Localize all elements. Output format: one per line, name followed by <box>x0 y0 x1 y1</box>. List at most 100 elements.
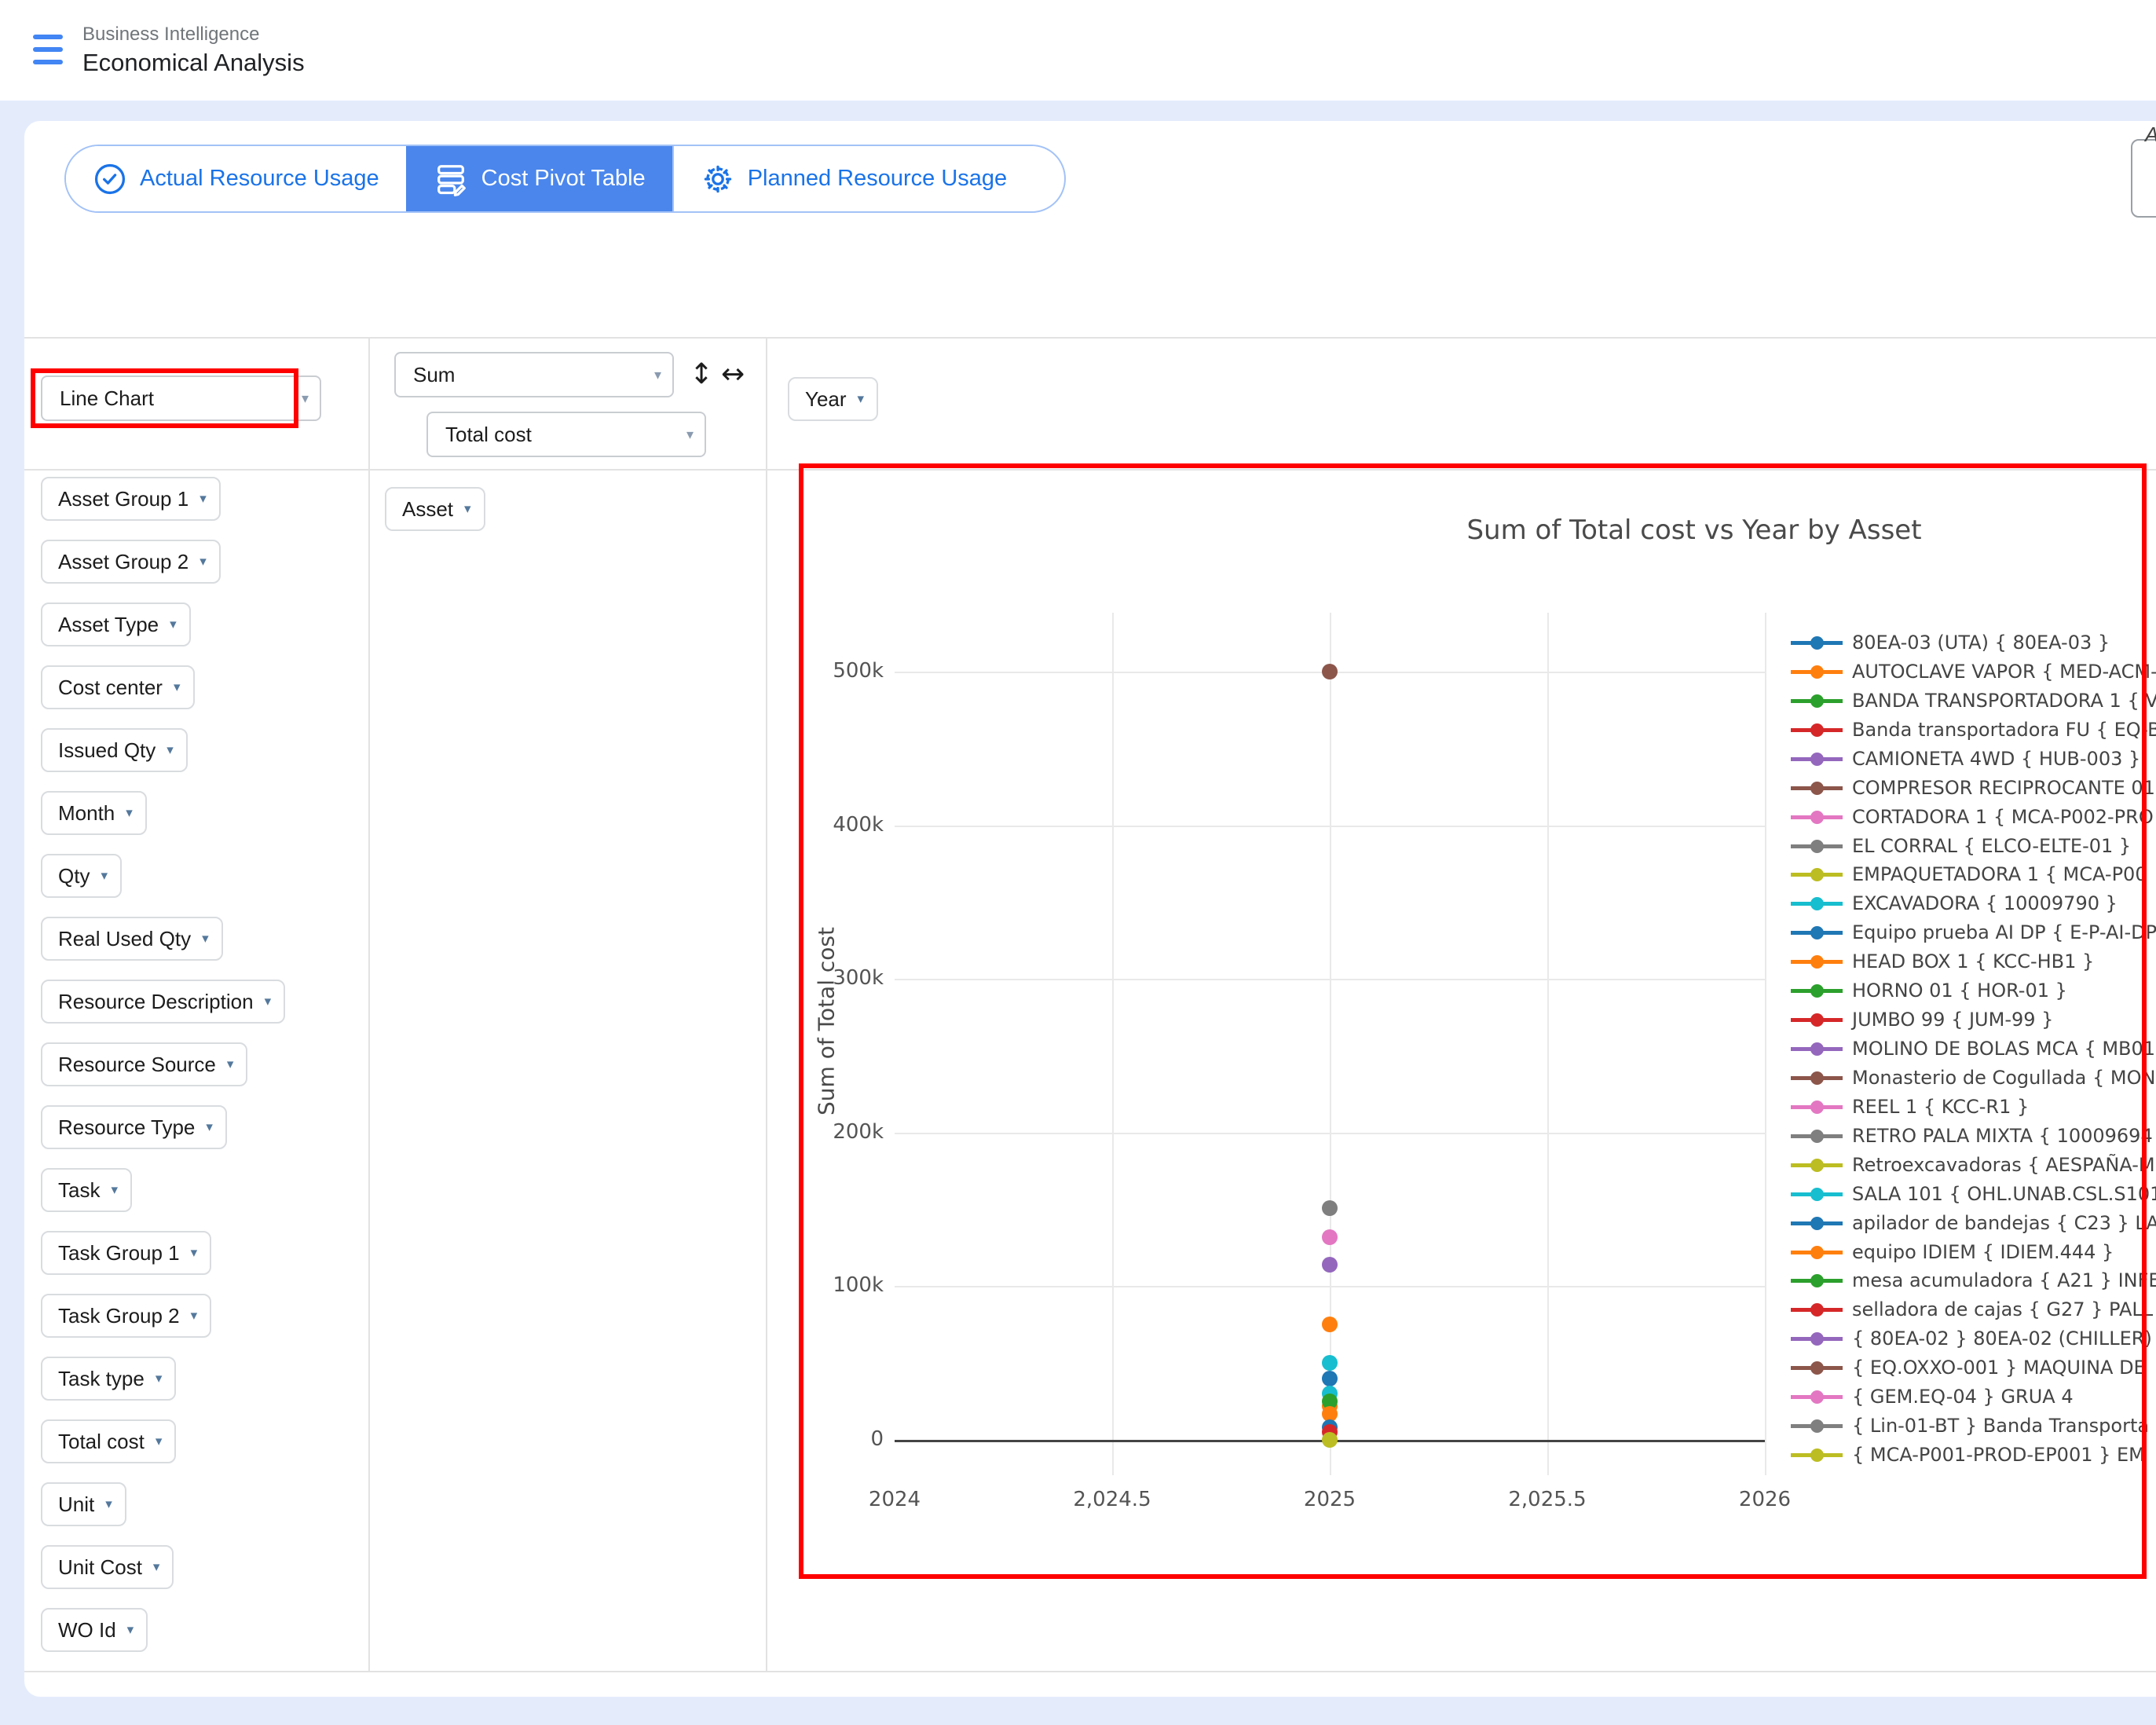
legend-marker-dot <box>1810 782 1824 795</box>
field-pill[interactable]: WO Id ▾ <box>41 1608 148 1652</box>
pivot-border-top <box>24 337 2156 339</box>
legend-label: CAMIONETA 4WD { HUB-003 } <box>1852 748 2140 770</box>
field-pill[interactable]: Unit Cost ▾ <box>41 1545 174 1589</box>
row-attr-pill-asset[interactable]: Asset ▾ <box>385 487 485 531</box>
field-pill[interactable]: Total cost ▾ <box>41 1419 176 1463</box>
y-tick-label: 200k <box>766 1120 884 1144</box>
chart-title: Sum of Total cost vs Year by Asset <box>1466 515 1921 546</box>
field-pill[interactable]: Resource Description ▾ <box>41 980 285 1024</box>
field-pill[interactable]: Qty ▾ <box>41 854 122 898</box>
legend-marker-dot <box>1810 665 1824 679</box>
clipped-text-fragment: A <box>2145 123 2156 147</box>
pill-label: Asset Group 1 <box>58 487 189 511</box>
pill-label: Resource Source <box>58 1053 216 1077</box>
x-tick-label: 2026 <box>1739 1488 1791 1511</box>
dropdown-caret-icon: ▾ <box>127 1622 134 1638</box>
menu-icon[interactable] <box>33 35 63 66</box>
pill-label: Asset Group 2 <box>58 550 189 574</box>
legend-label: mesa acumuladora { A21 } INFE <box>1852 1269 2156 1291</box>
pill-label: Task Group 2 <box>58 1304 180 1328</box>
x-gridline <box>1112 613 1114 1475</box>
field-pill[interactable]: Cost center ▾ <box>41 665 195 709</box>
legend-marker-dot <box>1810 984 1824 998</box>
dropdown-caret-icon: ▾ <box>191 1308 198 1324</box>
page-title: Economical Analysis <box>82 49 305 77</box>
col-attr-pill-year[interactable]: Year ▾ <box>788 377 878 421</box>
tab-planned-resource-usage[interactable]: Planned Resource Usage <box>672 146 1034 211</box>
pill-label: Qty <box>58 864 90 888</box>
pill-label: Task type <box>58 1367 145 1391</box>
legend-label: EL CORRAL { ELCO-ELTE-01 } <box>1852 835 2131 857</box>
breadcrumb: Business Intelligence <box>82 24 259 46</box>
chevron-down-icon: ▾ <box>654 367 661 383</box>
aggregator-arg-value: Total cost <box>445 423 532 447</box>
legend-label: HEAD BOX 1 { KCC-HB1 } <box>1852 950 2094 972</box>
legend-label: BANDA TRANSPORTADORA 1 { V <box>1852 690 2156 712</box>
legend-label: CORTADORA 1 { MCA-P002-PRO <box>1852 806 2154 828</box>
field-pill[interactable]: Task Group 2 ▾ <box>41 1294 211 1338</box>
legend-label: EXCAVADORA { 10009790 } <box>1852 892 2118 914</box>
y-tick-label: 300k <box>766 966 884 990</box>
x-gridline <box>1547 613 1549 1475</box>
y-axis-label: Sum of Total cost <box>814 927 840 1115</box>
field-pill[interactable]: Asset Group 1 ▾ <box>41 477 221 521</box>
pill-label: Asset Type <box>58 613 159 637</box>
legend-label: apilador de bandejas { C23 } LA <box>1852 1212 2156 1234</box>
legend-marker-dot <box>1810 1013 1824 1027</box>
legend-label: 80EA-03 (UTA) { 80EA-03 } <box>1852 632 2110 654</box>
legend-label: MOLINO DE BOLAS MCA { MB01 <box>1852 1038 2155 1060</box>
aggregator-value: Sum <box>413 363 455 387</box>
tab-actual-resource-usage[interactable]: Actual Resource Usage <box>66 146 406 211</box>
pill-label: Task Group 1 <box>58 1241 180 1265</box>
field-pill[interactable]: Resource Source ▾ <box>41 1042 247 1086</box>
dropdown-caret-icon: ▾ <box>191 1245 198 1261</box>
legend-marker-dot <box>1810 1188 1824 1201</box>
pivot-border-col1 <box>368 337 370 1672</box>
legend-label: { MCA-P001-PROD-EP001 } EM <box>1852 1444 2145 1466</box>
data-point <box>1322 1257 1338 1273</box>
field-pill[interactable]: Task ▾ <box>41 1168 132 1212</box>
x-tick-label: 2025 <box>1304 1488 1356 1511</box>
legend-marker-dot <box>1810 753 1824 766</box>
x-gridline <box>1330 613 1331 1475</box>
dropdown-caret-icon: ▾ <box>464 501 471 517</box>
pill-label: Unit Cost <box>58 1555 142 1580</box>
dropdown-caret-icon: ▾ <box>156 1434 163 1449</box>
legend-marker-dot <box>1810 1448 1824 1462</box>
legend-label: Equipo prueba AI DP { E-P-AI-DP <box>1852 921 2156 943</box>
legend-label: EMPAQUETADORA 1 { MCA-P00 <box>1852 863 2147 885</box>
dropdown-caret-icon: ▾ <box>265 994 272 1009</box>
legend-label: { EQ.OXXO-001 } MAQUINA DE <box>1852 1357 2146 1379</box>
aggregator-select[interactable]: Sum ▾ <box>394 352 674 397</box>
renderer-select[interactable]: Line Chart ▾ <box>41 375 321 421</box>
tab-cost-pivot-table[interactable]: Cost Pivot Table <box>406 146 672 211</box>
pill-label: Resource Type <box>58 1115 195 1140</box>
legend-marker-dot <box>1810 1042 1824 1056</box>
legend-label: Banda transportadora FU { EQ-B <box>1852 719 2156 741</box>
pill-label: Month <box>58 801 115 826</box>
data-point <box>1322 664 1338 679</box>
legend-marker-dot <box>1810 1217 1824 1230</box>
field-pill[interactable]: Issued Qty ▾ <box>41 728 188 772</box>
move-vertical-button[interactable]: ↕ <box>690 358 713 390</box>
x-tick-label: 2,024.5 <box>1073 1488 1151 1511</box>
field-pill[interactable]: Task type ▾ <box>41 1357 176 1401</box>
legend-marker-dot <box>1810 868 1824 881</box>
legend-label: RETRO PALA MIXTA { 10009694 <box>1852 1125 2153 1147</box>
field-pill[interactable]: Real Used Qty ▾ <box>41 917 223 961</box>
check-circle-icon <box>93 162 127 196</box>
legend-label: AUTOCLAVE VAPOR { MED-ACM- <box>1852 661 2156 683</box>
field-pill[interactable]: Task Group 1 ▾ <box>41 1231 211 1275</box>
aggregator-arg-select[interactable]: Total cost ▾ <box>426 412 706 457</box>
field-pill[interactable]: Resource Type ▾ <box>41 1105 227 1149</box>
legend-label: { 80EA-02 } 80EA-02 (CHILLER) <box>1852 1328 2152 1350</box>
legend-marker-dot <box>1810 1390 1824 1404</box>
pill-label: Unit <box>58 1492 94 1517</box>
field-pill[interactable]: Month ▾ <box>41 791 147 835</box>
data-point <box>1322 1200 1338 1216</box>
move-horizontal-button[interactable]: ↔ <box>721 358 745 390</box>
field-pill[interactable]: Unit ▾ <box>41 1482 126 1526</box>
legend-marker-dot <box>1810 1101 1824 1114</box>
field-pill[interactable]: Asset Group 2 ▾ <box>41 540 221 584</box>
field-pill[interactable]: Asset Type ▾ <box>41 602 191 646</box>
